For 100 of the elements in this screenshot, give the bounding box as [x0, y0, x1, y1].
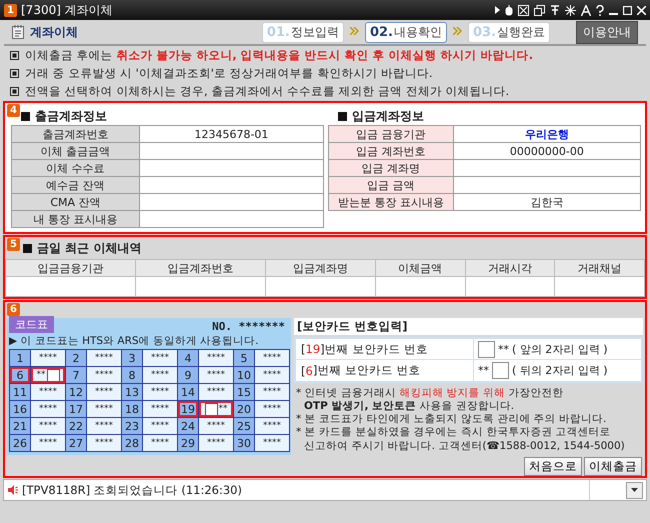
- code-text: ****: [263, 387, 281, 397]
- code-number: 18: [122, 401, 142, 417]
- code-number: 2: [66, 350, 86, 366]
- section-number-badge: 4: [7, 104, 20, 117]
- column-header: 거래채널: [554, 260, 644, 276]
- column-header: 이체금액: [375, 260, 466, 276]
- field-label: 입금 금액: [328, 176, 454, 194]
- section-number-badge: 6: [7, 303, 20, 316]
- mask-text: **: [498, 342, 509, 356]
- code-number: 22: [66, 418, 86, 434]
- section-title: 금일 최근 이체내역: [37, 240, 142, 256]
- note-text: * 본 코드표가 타인에게 노출되지 않도록 관리에 주의 바랍니다.: [296, 413, 608, 426]
- entry-label: [6]번째 보안카드 번호: [296, 360, 474, 381]
- cascade-icon[interactable]: [534, 4, 545, 16]
- code-text: ****: [95, 421, 113, 431]
- note-text: * 인터넷 금융거래시 해킹피해 방지를 위해 가장안전한 OTP 발생기, 보안토큰 사용을 권장합니다.: [296, 387, 564, 414]
- code-number: 4: [178, 350, 198, 366]
- code-number: 7: [66, 367, 86, 383]
- code-number: 29: [178, 435, 198, 451]
- code-number: 10: [234, 367, 254, 383]
- window-cross-icon[interactable]: [518, 4, 529, 16]
- bullet-icon: [10, 87, 19, 96]
- step-indicator: 01.정보입력: [262, 22, 344, 42]
- square-bullet-icon: [21, 112, 30, 120]
- code-input[interactable]: [204, 402, 218, 416]
- code-text: **: [218, 404, 228, 414]
- field-label: 입금 금융기관: [328, 126, 454, 142]
- code-number: 9: [178, 367, 198, 383]
- code-number: 27: [66, 435, 86, 451]
- code-text: **: [36, 370, 46, 380]
- chevron-icon: [350, 26, 359, 38]
- code-input[interactable]: [478, 340, 495, 358]
- speaker-icon: [8, 485, 18, 495]
- page-title: 계좌이체: [30, 24, 79, 40]
- code-number: 8: [122, 367, 142, 383]
- code-number: 16: [10, 401, 30, 417]
- column-header: 입금금융기관: [6, 260, 136, 276]
- maximize-icon[interactable]: [623, 6, 632, 14]
- notepad-icon: [12, 25, 24, 39]
- code-card-note: ▶ 이 코드표는 HTS와 ARS에 동일하게 사용됩니다.: [9, 334, 260, 348]
- notice-text: 거래 중 오류발생 시 '이체결과조회'로 정상거래여부를 확인하시기 바랍니다.: [25, 66, 433, 81]
- sparkle-icon[interactable]: [565, 4, 576, 16]
- action-button[interactable]: 이체출금: [584, 456, 642, 476]
- entry-hint: ( 앞의 2자리 입력 ): [512, 342, 608, 356]
- bullet-icon: [10, 69, 19, 78]
- code-text: ****: [151, 421, 169, 431]
- notice-text: 이체출금 후에는 취소가 불가능 하오니, 입력내용을 반드시 확인 후 이체실행 하시기 바랍니다.: [25, 48, 534, 63]
- close-icon[interactable]: [637, 6, 646, 14]
- code-number: 25: [234, 418, 254, 434]
- code-text: ****: [39, 438, 57, 448]
- field-value: 우리은행: [453, 126, 640, 142]
- code-number: 24: [178, 418, 198, 434]
- code-number: 15: [234, 384, 254, 400]
- field-label: 입금 계좌번호: [328, 142, 454, 160]
- code-text: ****: [263, 421, 281, 431]
- code-text: ****: [151, 404, 169, 414]
- code-text: ****: [95, 353, 113, 363]
- column-header: 입금계좌번호: [135, 260, 266, 276]
- step-indicator: 02.내용확인: [364, 22, 447, 42]
- code-number: 12: [66, 384, 86, 400]
- pin-icon[interactable]: [550, 4, 560, 16]
- chevron-icon: [452, 26, 462, 38]
- code-number: 26: [10, 435, 30, 451]
- column-header: 입금계좌명: [265, 260, 376, 276]
- code-number: 14: [178, 384, 198, 400]
- code-text: ****: [263, 404, 281, 414]
- code-number: 3: [122, 350, 142, 366]
- dropdown-button[interactable]: [626, 482, 643, 498]
- action-button[interactable]: 처음으로: [524, 456, 582, 476]
- notice-text: 전액을 선택하여 이체하시는 경우, 출금계좌에서 수수료를 제외한 금액 전체가 이체됩니다.: [25, 84, 510, 99]
- code-text: ****: [151, 438, 169, 448]
- code-text: ****: [39, 353, 57, 363]
- code-number: 17: [66, 401, 86, 417]
- section-title: 출금계좌정보: [35, 108, 107, 124]
- code-text: ****: [39, 421, 57, 431]
- window-title: [7300] 계좌이체: [21, 2, 114, 18]
- code-number: 5: [234, 350, 254, 366]
- help-icon[interactable]: [596, 4, 604, 16]
- code-text: ****: [95, 387, 113, 397]
- mouse-icon[interactable]: [505, 4, 513, 16]
- help-button[interactable]: 이용안내: [576, 20, 638, 44]
- square-bullet-icon: [338, 112, 347, 120]
- step-indicator: 03.실행완료: [468, 22, 550, 42]
- code-text: ****: [151, 370, 169, 380]
- field-label: 이체 수수료: [12, 160, 140, 176]
- field-label: 받는분 통장 표시내용: [328, 194, 454, 210]
- code-text: ****: [95, 438, 113, 448]
- field-value: 김한국: [453, 194, 640, 210]
- code-text: ****: [95, 370, 113, 380]
- code-input[interactable]: [46, 368, 60, 382]
- code-text: ****: [207, 353, 225, 363]
- font-icon[interactable]: [581, 4, 591, 16]
- field-label: CMA 잔액: [12, 194, 140, 210]
- code-input[interactable]: [492, 362, 509, 379]
- field-label: 내 통장 표시내용: [12, 210, 140, 228]
- code-text: ****: [263, 353, 281, 363]
- play-icon[interactable]: [495, 6, 500, 14]
- code-text: ****: [39, 387, 57, 397]
- code-number: 21: [10, 418, 30, 434]
- code-number: 13: [122, 384, 142, 400]
